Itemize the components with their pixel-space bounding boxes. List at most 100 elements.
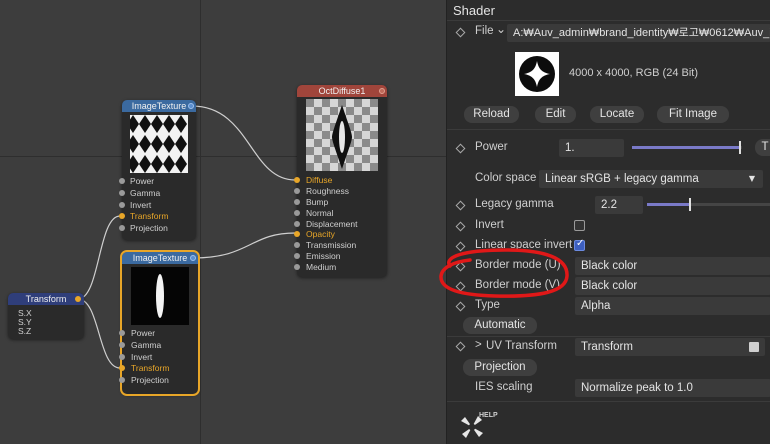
keyframe-diamond-icon[interactable]: [455, 301, 466, 312]
color-space-label: Color space: [475, 172, 537, 184]
pin-emission[interactable]: [294, 253, 300, 259]
image-texture-node-2[interactable]: ImageTexture Power Gamma Invert Transfor…: [119, 250, 200, 396]
pin-transform[interactable]: [119, 365, 125, 371]
param-label: Emission: [306, 251, 341, 261]
output-pin[interactable]: [75, 296, 81, 302]
fit-image-button[interactable]: Fit Image: [657, 106, 729, 123]
param-label: Projection: [131, 375, 169, 385]
output-pin[interactable]: [379, 88, 385, 94]
border-mode-u-label: Border mode (U): [475, 259, 561, 271]
pin-projection[interactable]: [119, 225, 125, 231]
slider-fill: [632, 146, 740, 149]
image-texture-node-1[interactable]: ImageTexture Power Gamma Invert Transfor…: [119, 100, 196, 240]
pin-power[interactable]: [119, 178, 125, 184]
ies-scaling-dropdown[interactable]: Normalize peak to 1.0: [575, 379, 770, 397]
texture-thumbnail-diamond-pattern: [130, 115, 188, 173]
texture-thumbnail-ellipse: [131, 267, 189, 325]
edit-button[interactable]: Edit: [535, 106, 576, 123]
output-pin[interactable]: [190, 255, 196, 261]
param-label: Power: [130, 176, 155, 186]
help-label[interactable]: HELP: [479, 412, 498, 419]
pin-normal[interactable]: [294, 210, 300, 216]
param-label: Transform: [130, 211, 169, 221]
keyframe-diamond-icon[interactable]: [455, 241, 466, 252]
pin-roughness[interactable]: [294, 188, 300, 194]
pin-opacity[interactable]: [294, 231, 300, 237]
wire-tex1-to-diffuse: [191, 105, 296, 181]
pin-transmission[interactable]: [294, 242, 300, 248]
color-space-dropdown[interactable]: Linear sRGB + legacy gamma ▼: [539, 170, 763, 188]
pin-invert[interactable]: [119, 354, 125, 360]
divider: [447, 20, 770, 21]
legacy-gamma-value-field[interactable]: 2.2: [595, 196, 643, 214]
projection-button[interactable]: Projection: [463, 359, 537, 376]
pin-bump[interactable]: [294, 199, 300, 205]
pin-projection[interactable]: [119, 377, 125, 383]
chevron-down-icon[interactable]: ⌄: [496, 22, 506, 36]
wire-transform-to-tex2: [77, 298, 121, 369]
pin-diffuse[interactable]: [294, 177, 300, 183]
node-title: OctDiffuse1: [297, 85, 387, 97]
image-info-text: 4000 x 4000, RGB (24 Bit): [569, 67, 699, 79]
pin-gamma[interactable]: [119, 342, 125, 348]
expand-chevron-icon[interactable]: >: [475, 339, 482, 351]
keyframe-diamond-icon[interactable]: [455, 341, 466, 352]
keyframe-diamond-icon[interactable]: [455, 221, 466, 232]
pin-invert[interactable]: [119, 202, 125, 208]
param-label: Projection: [130, 223, 168, 233]
power-slider[interactable]: [632, 141, 742, 154]
uv-transform-label: UV Transform: [486, 340, 557, 352]
param-label: Normal: [306, 208, 334, 218]
keyframe-diamond-icon[interactable]: [455, 143, 466, 154]
power-extra-button[interactable]: T: [755, 139, 770, 156]
output-pin[interactable]: [188, 103, 194, 109]
keyframe-diamond-icon[interactable]: [455, 281, 466, 292]
pin-gamma[interactable]: [119, 190, 125, 196]
keyframe-diamond-icon[interactable]: [455, 27, 466, 38]
divider: [447, 401, 770, 402]
transform-node[interactable]: Transform S.X S.Y S.Z: [8, 293, 84, 339]
wire-tex2-to-opacity: [192, 232, 296, 259]
border-mode-v-label: Border mode (V): [475, 279, 561, 291]
linear-space-invert-label: Linear space invert: [475, 239, 573, 251]
legacy-gamma-label: Legacy gamma: [475, 198, 554, 210]
param-label: Gamma: [130, 188, 161, 198]
pin-power[interactable]: [119, 330, 125, 336]
dropdown-arrow-icon: ▼: [748, 174, 755, 183]
power-value-field[interactable]: 1.: [559, 139, 624, 157]
image-icon[interactable]: [749, 342, 759, 352]
color-space-value: Linear sRGB + legacy gamma: [545, 173, 699, 185]
slider-knob[interactable]: [738, 141, 741, 154]
invert-checkbox[interactable]: [574, 220, 585, 231]
reload-button[interactable]: Reload: [464, 106, 519, 123]
border-mode-v-dropdown[interactable]: Black color: [575, 277, 770, 295]
pin-displacement[interactable]: [294, 221, 300, 227]
pin-medium[interactable]: [294, 264, 300, 270]
octdiffuse-material-node[interactable]: OctDiffuse1 Diffuse Roughness Bump Norma…: [294, 85, 387, 277]
uv-transform-field[interactable]: Transform: [575, 338, 765, 356]
node-title: ImageTexture: [122, 252, 198, 264]
param-label: Invert: [130, 200, 152, 210]
linear-space-invert-checkbox[interactable]: [574, 238, 585, 251]
file-label: File: [475, 25, 494, 37]
pin-transform[interactable]: [119, 213, 125, 219]
keyframe-diamond-icon[interactable]: [455, 200, 466, 211]
border-mode-u-dropdown[interactable]: Black color: [575, 257, 770, 275]
slider-knob[interactable]: [689, 198, 692, 211]
type-dropdown[interactable]: Alpha: [575, 297, 770, 315]
param-label: Opacity: [306, 229, 335, 239]
file-path-field[interactable]: A:₩Auv_admin₩brand_identity₩로고₩0612₩Auv_…: [507, 24, 770, 42]
param-label: S.Z: [18, 326, 32, 336]
keyframe-diamond-icon[interactable]: [455, 261, 466, 272]
param-label: Displacement: [306, 219, 358, 229]
param-label: Bump: [306, 197, 329, 207]
param-label: Gamma: [131, 340, 162, 350]
node-title: Transform: [8, 293, 84, 305]
automatic-button[interactable]: Automatic: [463, 317, 537, 334]
locate-button[interactable]: Locate: [590, 106, 644, 123]
legacy-gamma-slider[interactable]: [647, 198, 770, 211]
slider-fill: [647, 203, 691, 206]
param-label: Transmission: [306, 240, 357, 250]
node-graph-editor[interactable]: ImageTexture Power Gamma Invert Transfor…: [0, 0, 446, 444]
invert-label: Invert: [475, 219, 504, 231]
